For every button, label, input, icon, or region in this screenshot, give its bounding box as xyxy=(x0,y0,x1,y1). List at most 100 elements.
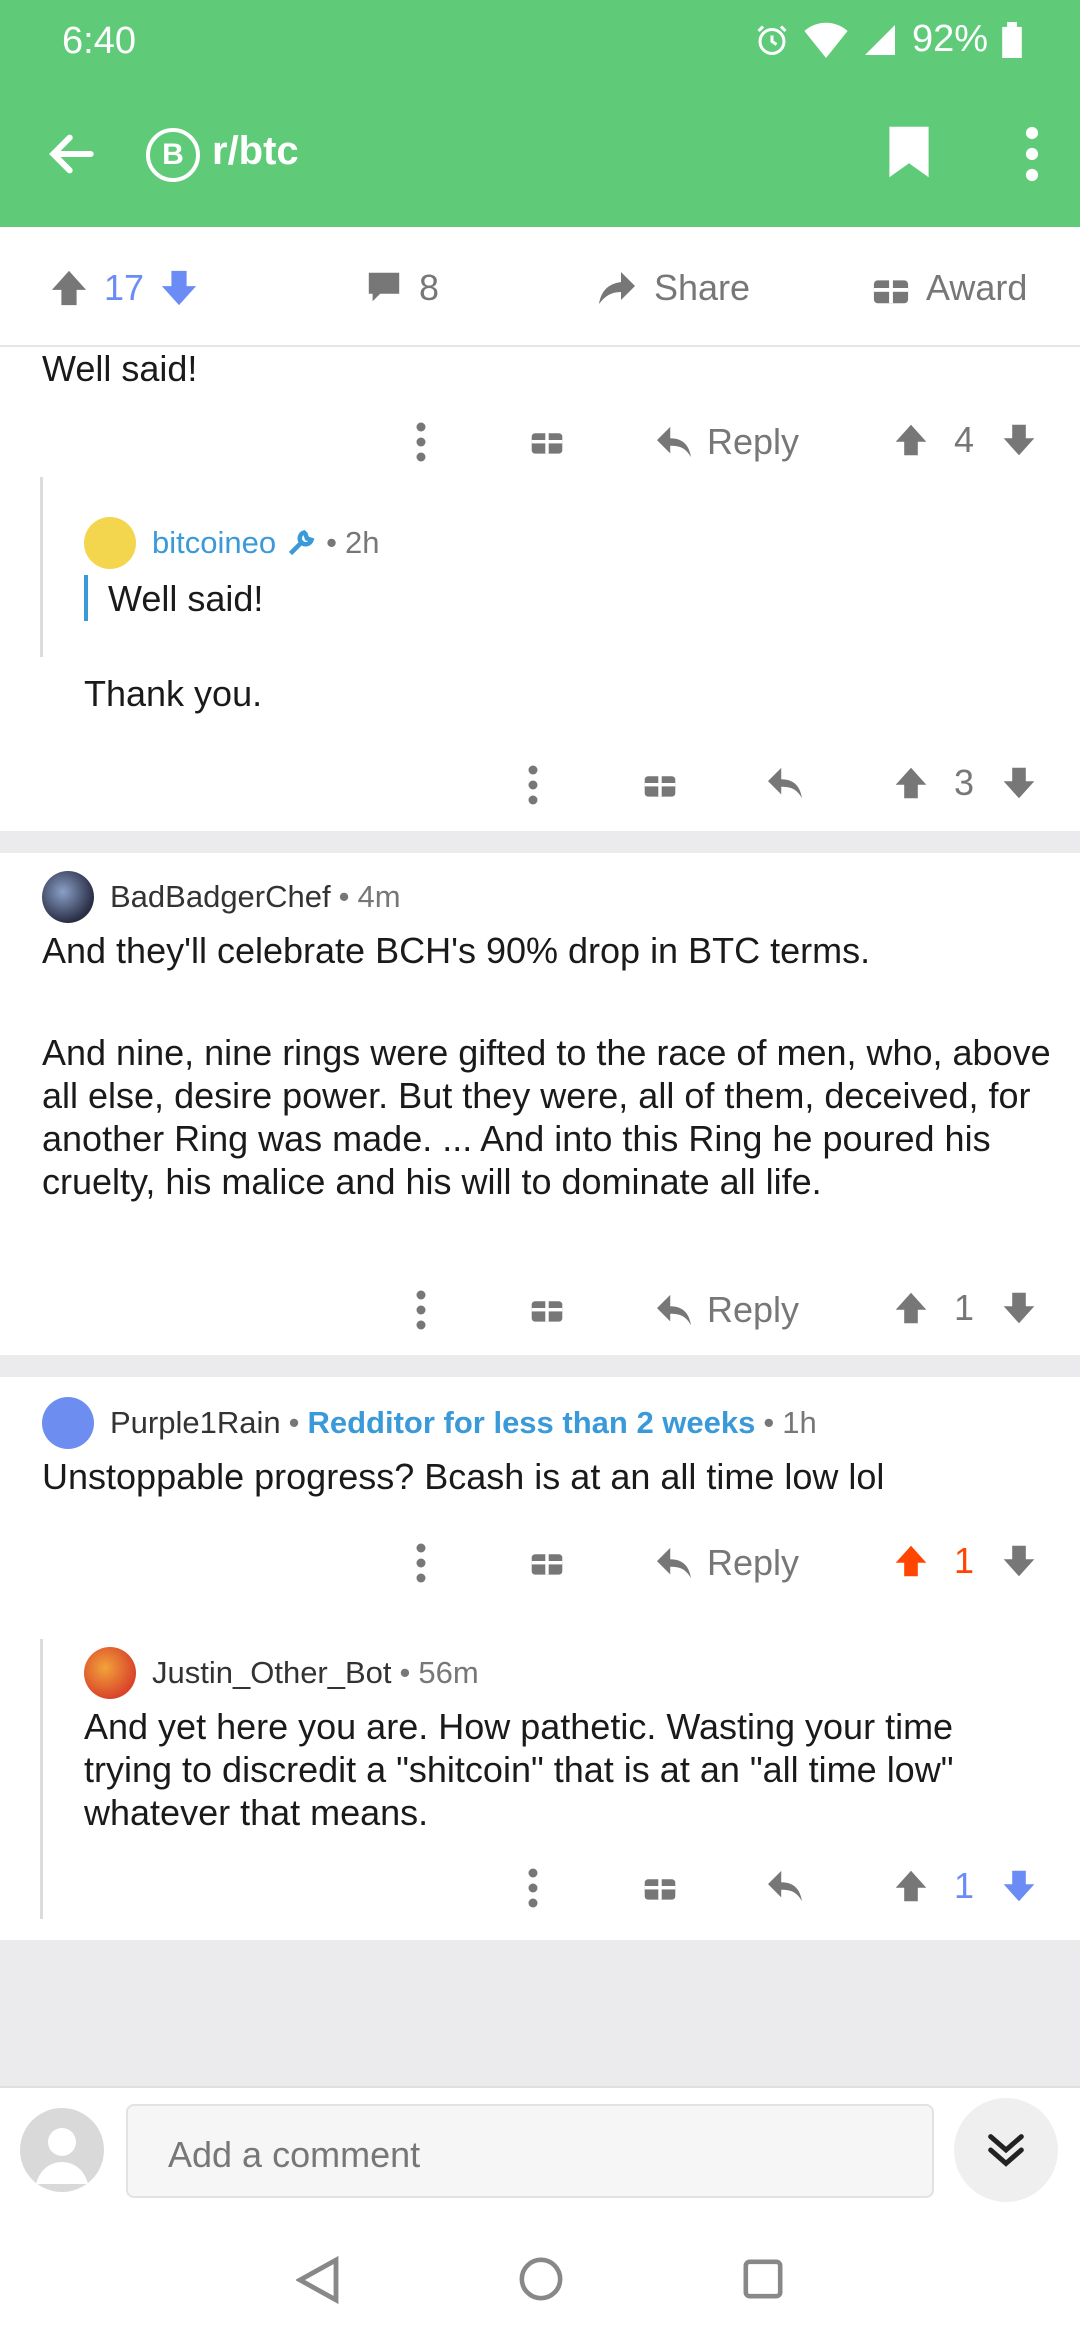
avatar[interactable] xyxy=(42,871,94,923)
comment-actions: Reply 1 xyxy=(410,1287,1050,1333)
comment-icon xyxy=(368,272,400,302)
bitcoin-icon: B xyxy=(146,128,200,182)
downvote-icon[interactable] xyxy=(1002,1542,1036,1580)
avatar[interactable] xyxy=(84,1647,136,1699)
comment-actions: 3 xyxy=(410,762,1050,808)
reply-icon xyxy=(657,426,691,458)
comment-actions: Reply 4 xyxy=(410,419,1050,465)
avatar[interactable] xyxy=(42,1397,94,1449)
meta-separator: • xyxy=(763,1405,775,1440)
comments-count-button[interactable]: 8 xyxy=(365,267,439,309)
nav-home-icon[interactable] xyxy=(518,2256,564,2302)
comment-time: 2h xyxy=(344,525,380,560)
alarm-icon xyxy=(757,24,787,55)
double-chevron-down-icon xyxy=(988,2134,1024,2167)
upvote-icon[interactable] xyxy=(894,421,928,459)
status-bar: 6:40 92% xyxy=(0,0,1080,80)
upvote-icon[interactable] xyxy=(50,268,88,308)
gift-icon[interactable] xyxy=(530,1291,564,1325)
comment-time: 4m xyxy=(357,879,401,914)
signal-icon xyxy=(864,24,895,55)
comment-meta: Purple1Rain • Redditor for less than 2 w… xyxy=(42,1397,817,1449)
battery-icon xyxy=(1002,21,1022,58)
share-label: Share xyxy=(654,267,751,308)
reply-button[interactable]: Reply xyxy=(655,421,799,463)
meta-separator: • xyxy=(326,525,337,560)
award-label: Award xyxy=(926,267,1028,308)
reply-icon xyxy=(657,1547,691,1579)
comment-score: 1 xyxy=(954,1287,975,1328)
gift-icon[interactable] xyxy=(643,766,677,800)
status-time: 6:40 xyxy=(62,20,136,62)
comment-body: Unstoppable progress? Bcash is at an all… xyxy=(42,1456,885,1497)
share-button[interactable]: Share xyxy=(596,267,750,309)
mod-wrench-icon xyxy=(289,529,315,556)
downvote-icon[interactable] xyxy=(160,268,198,308)
more-vert-icon[interactable] xyxy=(1022,126,1042,182)
reply-label: Reply xyxy=(707,421,800,462)
upvote-icon[interactable] xyxy=(894,1867,928,1905)
reply-button[interactable]: Reply xyxy=(655,1542,799,1584)
reply-icon[interactable] xyxy=(766,1869,804,1903)
comment-meta: BadBadgerChef • 4m xyxy=(42,871,401,923)
user-icon xyxy=(36,2128,88,2184)
more-vert-icon[interactable] xyxy=(416,1543,426,1583)
reply-label: Reply xyxy=(707,1289,800,1330)
downvote-icon[interactable] xyxy=(1002,1289,1036,1327)
app-bar: B r/btc xyxy=(0,120,1080,190)
user-avatar[interactable] xyxy=(20,2108,104,2192)
add-comment-input[interactable]: Add a comment xyxy=(126,2104,934,2198)
upvote-icon[interactable] xyxy=(894,764,928,802)
author-name[interactable]: BadBadgerChef xyxy=(110,879,331,915)
upvote-icon[interactable] xyxy=(894,1542,928,1580)
author-name[interactable]: Justin_Other_Bot xyxy=(152,1655,392,1691)
more-vert-icon[interactable] xyxy=(528,765,538,805)
thread-line xyxy=(40,1639,43,1919)
thread-line xyxy=(40,477,43,657)
gift-icon[interactable] xyxy=(530,1544,564,1578)
comment-score: 1 xyxy=(954,1865,975,1906)
comment-score: 3 xyxy=(954,762,975,803)
award-button[interactable]: Award xyxy=(872,267,1027,309)
reply-label: Reply xyxy=(707,1542,800,1583)
comment-body: And yet here you are. How pathetic. Wast… xyxy=(84,1706,954,1833)
downvote-icon[interactable] xyxy=(1002,1867,1036,1905)
user-flair: Redditor for less than 2 weeks xyxy=(307,1405,756,1440)
reply-icon xyxy=(657,1294,691,1326)
more-vert-icon[interactable] xyxy=(416,422,426,462)
reply-icon[interactable] xyxy=(766,766,804,800)
reply-button[interactable]: Reply xyxy=(655,1289,799,1331)
wifi-icon xyxy=(804,22,848,58)
nav-recents-icon[interactable] xyxy=(742,2258,784,2300)
comment-actions: 1 xyxy=(410,1865,1050,1911)
downvote-icon[interactable] xyxy=(1002,764,1036,802)
meta-separator: • xyxy=(288,1405,300,1440)
post-action-bar: 17 8 Share Award xyxy=(0,227,1080,347)
collapse-expand-button[interactable] xyxy=(954,2098,1058,2202)
avatar[interactable] xyxy=(84,517,136,569)
upvote-icon[interactable] xyxy=(894,1289,928,1327)
comment-time: 1h xyxy=(782,1405,817,1440)
bookmark-icon[interactable] xyxy=(886,124,932,180)
gift-icon[interactable] xyxy=(643,1869,677,1903)
comment-quote: Well said! xyxy=(108,578,264,619)
comment-actions: Reply 1 xyxy=(410,1540,1050,1586)
post-score: 17 xyxy=(104,267,145,308)
nav-back-icon[interactable] xyxy=(296,2256,340,2304)
downvote-icon[interactable] xyxy=(1002,421,1036,459)
author-name[interactable]: bitcoineo xyxy=(152,525,276,561)
comment-divider xyxy=(0,831,1080,853)
post-vote: 17 xyxy=(50,267,198,309)
comment-divider xyxy=(0,1355,1080,1377)
share-icon xyxy=(599,272,635,304)
meta-separator: • xyxy=(338,879,350,914)
system-nav-bar xyxy=(0,2216,1080,2340)
app-header: 6:40 92% B r/btc xyxy=(0,0,1080,227)
back-arrow-icon[interactable] xyxy=(44,126,100,182)
more-vert-icon[interactable] xyxy=(416,1290,426,1330)
more-vert-icon[interactable] xyxy=(528,1868,538,1908)
status-icons: 92% xyxy=(754,18,1022,61)
author-name[interactable]: Purple1Rain xyxy=(110,1405,281,1441)
subreddit-title[interactable]: r/btc xyxy=(212,129,299,174)
gift-icon[interactable] xyxy=(530,423,564,457)
